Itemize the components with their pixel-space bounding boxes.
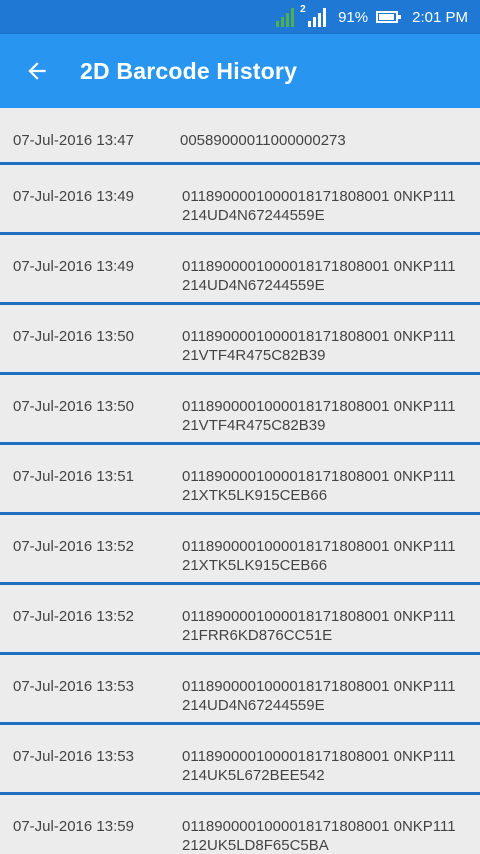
page-title: 2D Barcode History bbox=[80, 57, 298, 84]
barcode-value: 0118900001000018171808001 0NKP111 214UD4… bbox=[182, 678, 456, 714]
barcode-value: 0118900001000018171808001 0NKP111 214UD4… bbox=[182, 258, 456, 294]
barcode-value: 0118900001000018171808001 0NKP111 212UK5… bbox=[182, 818, 456, 854]
sim2-signal-icon: 2 bbox=[300, 4, 327, 27]
scan-date: 07-Jul-2016 13:51 bbox=[13, 468, 134, 485]
scan-date: 07-Jul-2016 13:59 bbox=[13, 818, 134, 835]
barcode-value: 0118900001000018171808001 0NKP111 21XTK5… bbox=[182, 538, 456, 574]
scan-date: 07-Jul-2016 13:50 bbox=[13, 328, 134, 345]
sim1-signal-icon bbox=[276, 7, 295, 27]
list-item[interactable]: 07-Jul-2016 13:49 0118900001000018171808… bbox=[0, 235, 480, 305]
list-item[interactable]: 07-Jul-2016 13:53 0118900001000018171808… bbox=[0, 655, 480, 725]
scan-date: 07-Jul-2016 13:50 bbox=[13, 398, 134, 415]
barcode-value: 0118900001000018171808001 0NKP111 214UK5… bbox=[182, 748, 456, 784]
battery-icon bbox=[376, 11, 402, 23]
list-item[interactable]: 07-Jul-2016 13:49 0118900001000018171808… bbox=[0, 165, 480, 235]
list-item[interactable]: 07-Jul-2016 13:52 0118900001000018171808… bbox=[0, 585, 480, 655]
list-item[interactable]: 07-Jul-2016 13:53 0118900001000018171808… bbox=[0, 725, 480, 795]
scan-date: 07-Jul-2016 13:53 bbox=[13, 748, 134, 765]
scan-date: 07-Jul-2016 13:53 bbox=[13, 678, 134, 695]
barcode-value: 0118900001000018171808001 0NKP111 21FRR6… bbox=[182, 608, 456, 644]
barcode-value: 0118900001000018171808001 0NKP111 214UD4… bbox=[182, 188, 456, 224]
barcode-value: 0118900001000018171808001 0NKP111 21VTF4… bbox=[182, 328, 456, 364]
clock: 2:01 PM bbox=[412, 8, 468, 26]
battery-percent: 91% bbox=[338, 8, 369, 26]
status-bar: 2 91% 2:01 PM bbox=[0, 0, 480, 34]
app-bar: 2D Barcode History bbox=[0, 34, 480, 108]
scan-date: 07-Jul-2016 13:49 bbox=[13, 188, 134, 205]
list-item[interactable]: 07-Jul-2016 13:51 0118900001000018171808… bbox=[0, 445, 480, 515]
barcode-value: 0118900001000018171808001 0NKP111 21XTK5… bbox=[182, 468, 456, 504]
list-item[interactable]: 07-Jul-2016 13:59 0118900001000018171808… bbox=[0, 795, 480, 854]
scan-date: 07-Jul-2016 13:52 bbox=[13, 608, 134, 625]
list-item[interactable]: 07-Jul-2016 13:50 0118900001000018171808… bbox=[0, 305, 480, 375]
sim2-label: 2 bbox=[300, 4, 306, 15]
barcode-value: 0118900001000018171808001 0NKP111 21VTF4… bbox=[182, 398, 456, 434]
scan-date: 07-Jul-2016 13:52 bbox=[13, 538, 134, 555]
arrow-back-icon bbox=[28, 62, 46, 80]
scan-date: 07-Jul-2016 13:49 bbox=[13, 258, 134, 275]
history-list[interactable]: 07-Jul-2016 13:47 00589000011000000273 0… bbox=[0, 108, 480, 854]
list-item[interactable]: 07-Jul-2016 13:47 00589000011000000273 bbox=[0, 108, 480, 165]
list-item[interactable]: 07-Jul-2016 13:50 0118900001000018171808… bbox=[0, 375, 480, 445]
scan-date: 07-Jul-2016 13:47 bbox=[13, 132, 134, 149]
list-item[interactable]: 07-Jul-2016 13:52 0118900001000018171808… bbox=[0, 515, 480, 585]
back-button[interactable] bbox=[0, 34, 74, 108]
barcode-value: 00589000011000000273 bbox=[180, 132, 346, 149]
